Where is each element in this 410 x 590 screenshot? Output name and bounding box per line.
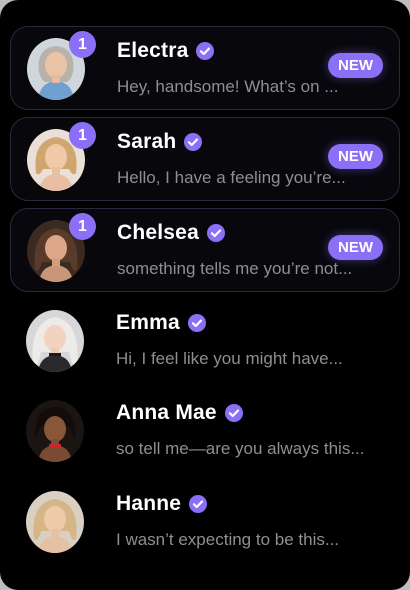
contact-name-text: Emma <box>116 311 180 334</box>
unread-count-badge: 1 <box>69 122 96 149</box>
avatar-emma-image <box>26 310 84 372</box>
verified-check-icon <box>189 495 208 513</box>
verified-check-icon <box>206 224 225 242</box>
avatar <box>26 400 84 462</box>
contact-name-text: Anna Mae <box>116 401 217 424</box>
message-preview: so tell me—are you always this... <box>116 439 365 458</box>
message-preview: Hello, I have a feeling you’re... <box>117 168 346 187</box>
chat-item-anna-mae[interactable]: Anna Mae so tell me—are you always this.… <box>10 389 400 473</box>
verified-check-icon <box>184 133 203 151</box>
contact-name: Anna Mae <box>116 401 243 425</box>
message-preview: Hi, I feel like you might have... <box>116 349 343 368</box>
message-preview: something tells me you’re not... <box>117 259 353 278</box>
chat-item-emma[interactable]: Emma Hi, I feel like you might have... <box>10 299 400 383</box>
new-message-badge: NEW <box>328 53 383 78</box>
avatar-anna-mae-image <box>26 400 84 462</box>
chat-item-hanne[interactable]: Hanne I wasn’t expecting to be this... <box>10 480 400 564</box>
contact-name: Electra <box>117 39 215 63</box>
contact-name: Emma <box>116 311 206 335</box>
contact-name-text: Electra <box>117 39 189 62</box>
chat-list-panel: 1 Electra Hey, handsome! What’s on ... N… <box>0 0 410 590</box>
unread-count-badge: 1 <box>69 31 96 58</box>
verified-check-icon <box>224 404 243 422</box>
avatar-hanne-image <box>26 491 84 553</box>
verified-check-icon <box>196 42 215 60</box>
unread-count-badge: 1 <box>69 213 96 240</box>
new-message-badge: NEW <box>328 235 383 260</box>
contact-name-text: Sarah <box>117 130 177 153</box>
chat-item-chelsea[interactable]: 1 Chelsea something tells me you’re not.… <box>10 208 400 292</box>
contact-name: Sarah <box>117 130 203 154</box>
verified-check-icon <box>187 314 206 332</box>
message-preview: I wasn’t expecting to be this... <box>116 530 340 549</box>
chat-item-sarah[interactable]: 1 Sarah Hello, I have a feeling you’re..… <box>10 117 400 201</box>
contact-name-text: Hanne <box>116 492 182 515</box>
chat-item-electra[interactable]: 1 Electra Hey, handsome! What’s on ... N… <box>10 26 400 110</box>
contact-name-text: Chelsea <box>117 221 199 244</box>
message-preview: Hey, handsome! What’s on ... <box>117 77 339 96</box>
avatar <box>26 310 84 372</box>
new-message-badge: NEW <box>328 144 383 169</box>
avatar <box>26 491 84 553</box>
contact-name: Hanne <box>116 492 208 516</box>
contact-name: Chelsea <box>117 221 225 245</box>
